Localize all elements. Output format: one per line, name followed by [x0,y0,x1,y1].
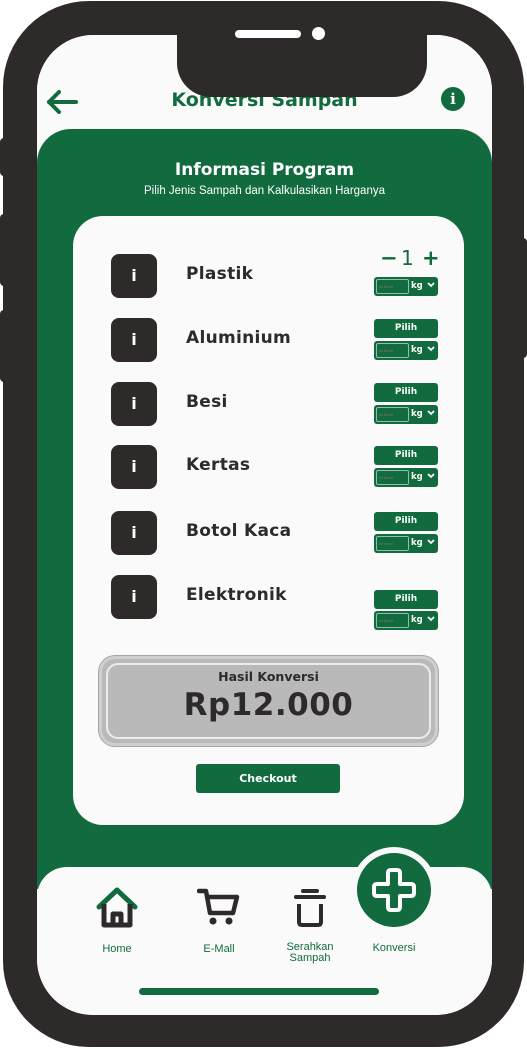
home-icon [96,887,138,928]
list-item: i Elektronik Pilih kg [73,575,464,630]
unit-select[interactable]: kg [411,279,437,294]
nav-label-line2: Sampah [289,952,331,964]
phone-side-button [519,238,527,358]
chevron-down-icon [427,282,435,288]
item-info-button[interactable]: i [111,382,157,426]
weight-input[interactable] [376,470,409,485]
section-subtitle: Pilih Jenis Sampah dan Kalkulasikan Harg… [143,185,385,197]
unit-select[interactable]: kg [411,407,437,422]
decrement-button[interactable]: − [380,246,398,270]
chevron-down-icon [427,346,435,352]
trash-icon [294,889,326,927]
chevron-down-icon [427,410,435,416]
chevron-down-icon [427,539,435,545]
item-info-button[interactable]: i [111,575,157,619]
item-label: Besi [186,392,228,412]
weight-input[interactable] [376,279,409,294]
weight-field: kg [374,341,438,360]
item-label: Elektronik [186,585,287,605]
item-label: Kertas [186,455,251,475]
unit-value: kg [411,472,423,482]
nav-konversi-button[interactable] [357,853,431,927]
phone-side-button [0,138,8,176]
list-item: i Aluminium Pilih kg [73,318,464,364]
nav-label: Home [102,943,132,955]
info-icon[interactable]: i [441,87,465,111]
weight-field: kg [374,468,438,487]
conversion-result: Hasil Konversi Rp12.000 [99,656,438,746]
nav-emall[interactable]: E-Mall [179,867,259,967]
nav-konversi-label: Konversi [372,942,416,954]
item-info-button[interactable]: i [111,511,157,555]
phone-screen: Konversi Sampah i Informasi Program Pili… [37,35,492,1015]
weight-field: kg [374,405,438,424]
weight-input[interactable] [376,536,409,551]
bottom-nav: Home E-Mall Serahkan Sampah Konversi [37,847,492,1015]
unit-select[interactable]: kg [411,536,437,551]
unit-value: kg [411,615,423,625]
phone-speaker [235,30,301,38]
item-label: Botol Kaca [186,521,292,541]
unit-value: kg [411,538,423,548]
list-item: i Botol Kaca Pilih kg [73,511,464,557]
checkout-button[interactable]: Checkout [196,764,340,793]
select-button[interactable]: Pilih [374,446,438,465]
list-item: i Besi Pilih kg [73,382,464,428]
item-label: Plastik [186,264,254,284]
result-value: Rp12.000 [183,687,354,723]
select-button[interactable]: Pilih [374,383,438,402]
cart-icon [197,888,240,925]
item-label: Aluminium [186,328,292,348]
unit-value: kg [411,409,423,419]
list-item: i Plastik − 1 + kg [73,246,464,300]
waste-list-card: i Plastik − 1 + kg i Aluminium Pilih [73,216,464,825]
weight-field: kg [374,534,438,553]
weight-input[interactable] [376,407,409,422]
nav-label: E-Mall [203,943,235,955]
quantity-stepper: − 1 + [378,246,442,270]
phone-camera [312,27,325,40]
plus-icon [372,868,416,912]
unit-value: kg [411,281,423,291]
nav-serahkan-sampah[interactable]: Serahkan Sampah [270,867,350,977]
weight-field: kg [374,611,438,630]
quantity-value: 1 [401,246,414,270]
list-item: i Kertas Pilih kg [73,445,464,491]
weight-field: kg [374,277,438,296]
unit-select[interactable]: kg [411,470,437,485]
select-button[interactable]: Pilih [374,512,438,531]
phone-side-button [0,310,8,382]
unit-select[interactable]: kg [411,613,437,628]
chevron-down-icon [427,473,435,479]
item-info-button[interactable]: i [111,445,157,489]
section-title: Informasi Program [174,160,355,180]
increment-button[interactable]: + [422,246,440,270]
item-info-button[interactable]: i [111,254,157,298]
nav-home[interactable]: Home [77,867,157,967]
phone-notch [177,35,427,97]
phone-side-button [0,214,8,286]
weight-input[interactable] [376,613,409,628]
result-label: Hasil Konversi [218,669,319,684]
item-info-button[interactable]: i [111,318,157,362]
home-indicator [139,988,379,995]
chevron-down-icon [427,616,435,622]
select-button[interactable]: Pilih [374,319,438,338]
weight-input[interactable] [376,343,409,358]
unit-value: kg [411,345,423,355]
select-button[interactable]: Pilih [374,590,438,609]
unit-select[interactable]: kg [411,343,437,358]
